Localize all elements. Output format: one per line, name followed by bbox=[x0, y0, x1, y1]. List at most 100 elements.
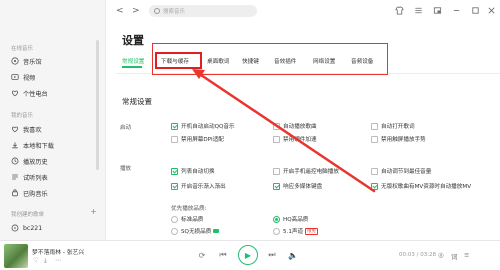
play-button[interactable]: ▶ bbox=[238, 245, 258, 265]
checkbox-box[interactable] bbox=[273, 167, 280, 175]
tab-general[interactable]: 常规设置 bbox=[122, 57, 144, 65]
checkbox-disable-dpi[interactable]: 禁用屏幕DPI适配 bbox=[171, 135, 224, 143]
highlight-box-download-tab bbox=[155, 52, 202, 69]
checkbox-box[interactable] bbox=[171, 182, 178, 190]
play-time: 00:03 / 03:28 bbox=[399, 252, 437, 258]
maximize-icon[interactable] bbox=[469, 4, 481, 16]
add-playlist-button[interactable]: + bbox=[90, 207, 97, 216]
sidebar-item-radio[interactable]: 个性电台 bbox=[11, 87, 48, 99]
radio-sq-quality[interactable]: SQ无损品质 bbox=[171, 227, 220, 235]
download-song-icon[interactable]: ⤓ bbox=[44, 257, 47, 265]
sidebar-section-online: 在线音乐 bbox=[11, 46, 34, 52]
sidebar-item-video[interactable]: 视频 bbox=[11, 71, 35, 83]
checkbox-list-autoswitch[interactable]: 列表自动切换 bbox=[171, 167, 215, 175]
checkbox-auto-mv[interactable]: 无版权歌曲有MV资源时自动播放MV bbox=[371, 182, 471, 190]
checkbox-disable-touch[interactable]: 禁用触屏播放手势 bbox=[371, 135, 426, 143]
vip-icon bbox=[213, 229, 220, 233]
download-icon bbox=[11, 141, 19, 149]
volume-icon[interactable]: 🔈 bbox=[285, 247, 301, 263]
radio-dot[interactable] bbox=[171, 215, 178, 223]
previous-button[interactable]: ⏮ bbox=[215, 247, 231, 263]
forward-button[interactable]: > bbox=[132, 6, 140, 16]
heart-icon bbox=[11, 125, 19, 133]
song-title[interactable]: 梦不落雨林 - 张艺兴 bbox=[32, 247, 84, 256]
search-placeholder: 搜索音乐 bbox=[163, 9, 186, 15]
sidebar-item-purchased[interactable]: 已购音乐 bbox=[11, 187, 48, 199]
sound-effect-icon[interactable]: ◎ bbox=[438, 251, 444, 259]
next-button[interactable]: ⏭ bbox=[264, 247, 280, 263]
checkbox-box[interactable] bbox=[371, 167, 378, 175]
startup-label: 启动 bbox=[120, 125, 132, 131]
sidebar-item-label: bc221 bbox=[23, 224, 43, 232]
sidebar-item-label: 视频 bbox=[23, 74, 36, 82]
sidebar: 在线音乐 音乐馆 视频 个性电台 我的音乐 我喜欢 本地和下载 播放历史 试听列… bbox=[0, 0, 106, 240]
sidebar-item-label: 试听列表 bbox=[23, 174, 48, 182]
loop-mode-icon[interactable]: ⟳ bbox=[194, 247, 210, 263]
sidebar-section-created: 我创建的歌单 bbox=[11, 212, 45, 218]
checkbox-auto-lyrics[interactable]: 自动打开歌词 bbox=[371, 122, 415, 130]
checkbox-box[interactable] bbox=[273, 122, 280, 130]
quality-title: 优先播放品质: bbox=[171, 206, 207, 212]
album-cover[interactable] bbox=[4, 244, 28, 268]
sidebar-item-local[interactable]: 本地和下载 bbox=[11, 139, 54, 151]
checkbox-box[interactable] bbox=[171, 122, 178, 130]
sidebar-item-label: 我喜欢 bbox=[23, 126, 42, 134]
checkbox-auto-volume[interactable]: 自动调节到最佳音量 bbox=[371, 167, 431, 175]
checkbox-disable-hw-accel[interactable]: 禁用硬件加速 bbox=[273, 135, 317, 143]
like-icon[interactable]: ♡ bbox=[33, 257, 38, 264]
active-tab-underline bbox=[122, 66, 142, 68]
checkbox-box[interactable] bbox=[371, 135, 378, 143]
sidebar-item-music-hall[interactable]: 音乐馆 bbox=[11, 55, 42, 67]
checkbox-box[interactable] bbox=[171, 167, 178, 175]
checkbox-autoplay[interactable]: 自动播放歌曲 bbox=[273, 122, 317, 130]
sidebar-item-trial-list[interactable]: 试听列表 bbox=[11, 171, 48, 183]
sidebar-section-mine: 我的音乐 bbox=[11, 113, 34, 119]
player-bar: 梦不落雨林 - 张艺兴 ♡ ⤓ ⋯ ⟳ ⏮ ▶ ⏭ 🔈 00:03 / 03:2… bbox=[0, 240, 500, 270]
close-icon[interactable] bbox=[485, 4, 497, 16]
menu-icon[interactable] bbox=[412, 4, 424, 16]
sidebar-item-label: 本地和下载 bbox=[23, 142, 54, 150]
minimize-icon[interactable] bbox=[450, 4, 462, 16]
music-hall-icon bbox=[11, 57, 19, 65]
page-title: 设置 bbox=[122, 34, 144, 47]
purchased-icon bbox=[11, 189, 19, 197]
checkbox-box[interactable] bbox=[273, 135, 280, 143]
video-icon bbox=[11, 73, 19, 81]
sidebar-item-label: 播放历史 bbox=[23, 158, 48, 166]
search-input[interactable]: 搜索音乐 bbox=[149, 5, 257, 17]
checkbox-fade[interactable]: 开启音乐渐入渐出 bbox=[171, 182, 226, 190]
checkbox-box[interactable] bbox=[371, 182, 378, 190]
radio-standard-quality[interactable]: 标准品质 bbox=[171, 215, 203, 223]
sidebar-item-playlist[interactable]: bc221 bbox=[11, 222, 42, 234]
radio-hq-quality[interactable]: HQ高品质 bbox=[273, 215, 308, 223]
radio-dot[interactable] bbox=[171, 227, 178, 235]
playlist-queue-icon[interactable]: ≡ bbox=[464, 251, 469, 259]
radio-dot[interactable] bbox=[273, 227, 280, 235]
sidebar-scrollbar[interactable] bbox=[96, 40, 99, 170]
radio-icon bbox=[11, 89, 19, 97]
skin-icon[interactable] bbox=[393, 4, 405, 16]
mini-mode-icon[interactable] bbox=[431, 4, 443, 16]
checkbox-autostart[interactable]: 开机自动启动QQ音乐 bbox=[171, 122, 235, 130]
history-icon bbox=[11, 157, 19, 165]
sidebar-item-history[interactable]: 播放历史 bbox=[11, 155, 48, 167]
lyrics-icon[interactable]: 词 bbox=[451, 251, 458, 261]
checkbox-media-keys[interactable]: 响应多媒体键盘 bbox=[273, 182, 322, 190]
checkbox-box[interactable] bbox=[371, 122, 378, 130]
checkbox-box[interactable] bbox=[171, 135, 178, 143]
checkbox-box[interactable] bbox=[273, 182, 280, 190]
free-badge: 限免 bbox=[305, 227, 318, 235]
radio-5-1-channel[interactable]: 5.1声道 限免 bbox=[273, 227, 318, 235]
playlist-icon bbox=[11, 224, 19, 232]
radio-dot[interactable] bbox=[273, 215, 280, 223]
search-icon bbox=[154, 8, 160, 14]
sidebar-item-favorites[interactable]: 我喜欢 bbox=[11, 123, 42, 135]
play-label: 播放 bbox=[120, 166, 132, 172]
more-icon[interactable]: ⋯ bbox=[55, 257, 61, 264]
checkbox-phone-remote[interactable]: 开启手机遥控电脑播放 bbox=[273, 167, 339, 175]
back-button[interactable]: < bbox=[116, 6, 124, 16]
sidebar-item-label: 已购音乐 bbox=[23, 190, 48, 198]
sidebar-item-label: 音乐馆 bbox=[23, 58, 42, 66]
list-icon bbox=[11, 173, 19, 181]
section-title: 常规设置 bbox=[122, 97, 152, 106]
